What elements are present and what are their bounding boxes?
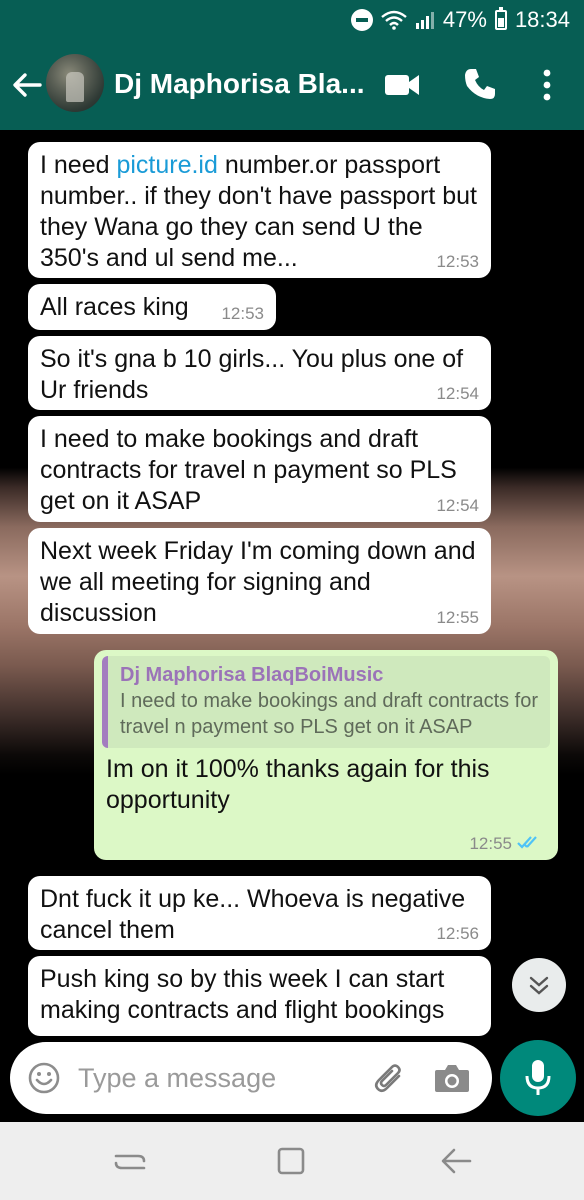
battery-icon <box>494 7 507 30</box>
message-time: 12:56 <box>436 924 479 943</box>
message-incoming[interactable]: So it's gna b 10 girls... You plus one o… <box>28 336 491 410</box>
quoted-text: I need to make bookings and draft contra… <box>120 690 539 738</box>
battery-percent: 47% <box>442 7 487 32</box>
message-text: I need to make bookings and draft contra… <box>40 425 457 515</box>
double-chevron-down-icon <box>529 976 549 995</box>
message-time: 12:55 <box>436 608 479 627</box>
status-bar: 47% 18:34 <box>0 0 584 40</box>
message-incoming[interactable]: I need to make bookings and draft contra… <box>28 416 491 522</box>
wifi-icon <box>381 10 407 30</box>
message-incoming[interactable]: Next week Friday I'm coming down and we … <box>28 528 491 634</box>
contact-avatar[interactable] <box>46 54 104 112</box>
message-input[interactable] <box>78 1058 348 1098</box>
message-incoming[interactable]: All races king 12:53 <box>28 284 276 330</box>
recent-apps-icon[interactable] <box>112 1146 148 1178</box>
back-arrow-icon[interactable] <box>10 68 44 102</box>
message-text: I need picture.id number.or passport num… <box>40 151 477 272</box>
emoji-icon[interactable] <box>28 1062 60 1094</box>
message-text: Dnt fuck it up ke... Whoeva is negative … <box>40 885 466 944</box>
message-text: Im on it 100% thanks again for this oppo… <box>106 755 490 814</box>
message-text: So it's gna b 10 girls... You plus one o… <box>40 345 464 404</box>
voice-message-button[interactable] <box>500 1040 576 1116</box>
status-icons: 47% 18:34 <box>350 6 570 34</box>
message-time: 12:53 <box>436 252 479 271</box>
message-incoming[interactable]: Push king so by this week I can start ma… <box>28 956 491 1036</box>
message-incoming[interactable]: Dnt fuck it up ke... Whoeva is negative … <box>28 876 491 950</box>
clock: 18:34 <box>514 7 570 32</box>
message-time: 12:54 <box>436 384 479 403</box>
voice-call-icon[interactable] <box>462 66 498 102</box>
system-nav-bar <box>0 1122 584 1200</box>
home-icon[interactable] <box>274 1144 308 1178</box>
message-incoming[interactable]: I need picture.id number.or passport num… <box>28 142 491 278</box>
message-text: Next week Friday I'm coming down and we … <box>40 537 476 627</box>
back-icon[interactable] <box>438 1144 474 1178</box>
chat-header: Dj Maphorisa Bla... <box>0 40 584 130</box>
more-options-icon[interactable] <box>532 66 562 104</box>
message-time: 12:54 <box>436 496 479 515</box>
message-text: Push king so by this week I can start ma… <box>40 965 445 1024</box>
paperclip-icon[interactable] <box>372 1062 408 1096</box>
do-not-disturb-icon <box>350 9 373 31</box>
scroll-to-bottom-button[interactable] <box>512 958 566 1012</box>
signal-icon <box>415 12 434 29</box>
message-link[interactable]: picture.id <box>116 151 217 179</box>
message-time: 12:55 <box>469 834 512 853</box>
read-receipt-icon <box>517 836 537 849</box>
message-time: 12:53 <box>221 304 264 323</box>
contact-name[interactable]: Dj Maphorisa Bla... <box>114 68 374 100</box>
message-composer <box>10 1042 492 1114</box>
microphone-icon <box>525 1060 551 1095</box>
message-list[interactable]: I need picture.id number.or passport num… <box>0 130 584 1122</box>
video-call-icon[interactable] <box>384 70 420 100</box>
message-outgoing[interactable]: Dj Maphorisa BlaqBoiMusic I need to make… <box>94 650 558 860</box>
camera-icon[interactable] <box>434 1062 470 1094</box>
quoted-message[interactable]: Dj Maphorisa BlaqBoiMusic I need to make… <box>102 656 550 748</box>
quoted-sender: Dj Maphorisa BlaqBoiMusic <box>120 664 384 686</box>
